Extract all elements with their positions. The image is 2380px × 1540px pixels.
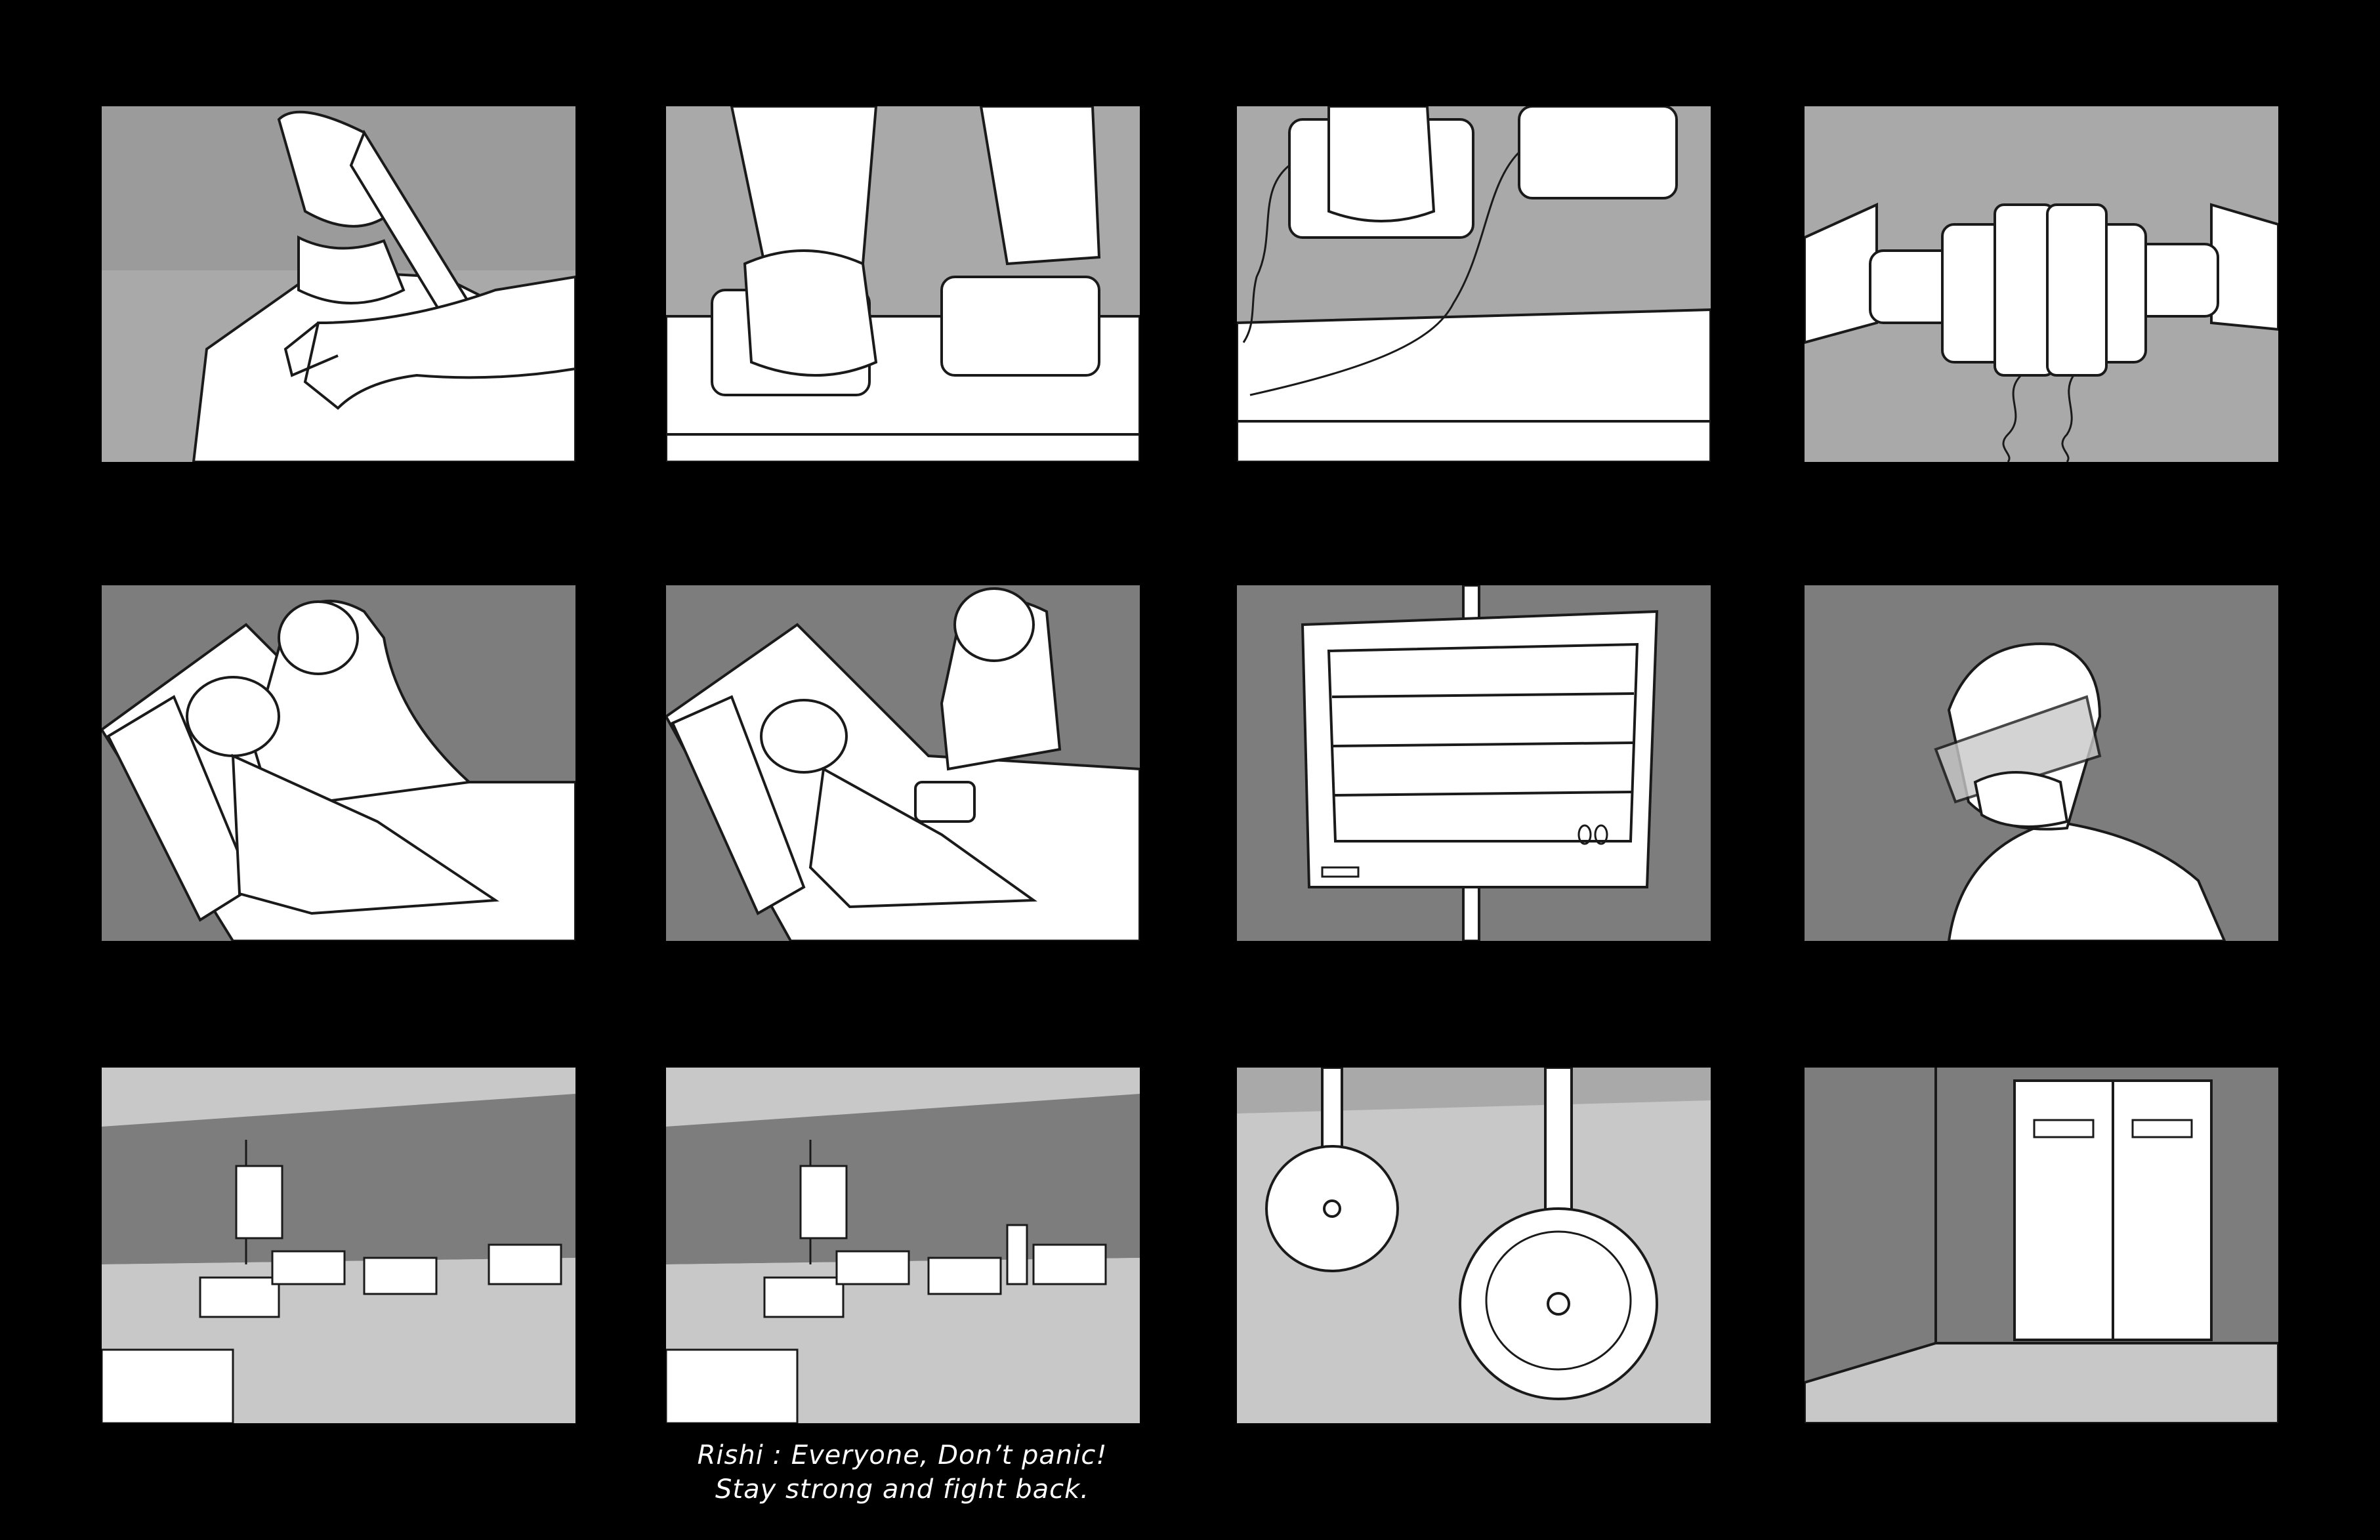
panel-8-doctor-face-shield — [1805, 585, 2278, 941]
panel-3-paddles-cables — [1237, 106, 1711, 462]
panel-11-stretcher-wheels — [1237, 1068, 1711, 1423]
caption-line-2: Stay strong and fight back. — [715, 1474, 1089, 1505]
panel-10-ward-doctor-speaking — [666, 1068, 1140, 1423]
panel-5-doctor-defibrillating — [102, 585, 575, 941]
panel-1-hand-on-chest — [102, 106, 575, 462]
panel-2-fist-on-paddles — [666, 106, 1140, 462]
panel-7-heart-monitor — [1237, 585, 1711, 941]
panel-6-doctor-over-patient — [666, 585, 1140, 941]
panel-9-hospital-ward — [102, 1068, 575, 1423]
panel-4-paddles-together — [1805, 106, 2278, 462]
panel-12-double-doors — [1805, 1068, 2278, 1423]
caption-line-1: Rishi : Everyone, Don’t panic! — [697, 1440, 1108, 1470]
dialogue-caption: Rishi : Everyone, Don’t panic! Stay stro… — [666, 1438, 1138, 1507]
